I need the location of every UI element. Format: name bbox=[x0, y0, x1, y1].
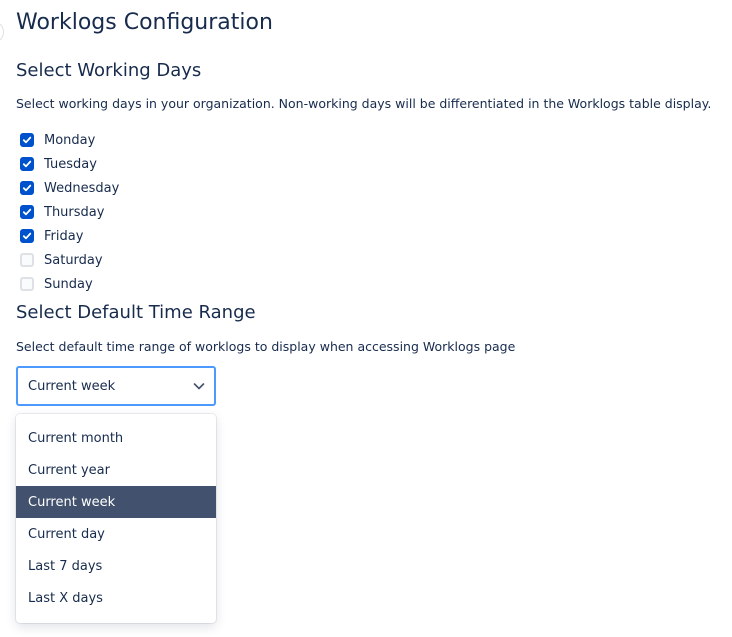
check-icon bbox=[22, 232, 32, 240]
chevron-down-icon[interactable] bbox=[192, 379, 206, 393]
day-option-thursday[interactable]: Thursday bbox=[20, 200, 220, 224]
time-range-option[interactable]: Current week bbox=[16, 486, 216, 518]
day-label: Wednesday bbox=[44, 180, 120, 196]
day-option-saturday[interactable]: Saturday bbox=[20, 248, 220, 272]
time-range-select[interactable]: Current week bbox=[16, 366, 216, 406]
page-title: Worklogs Configuration bbox=[16, 10, 273, 35]
time-range-option[interactable]: Last 7 days bbox=[16, 550, 216, 582]
day-checkbox[interactable] bbox=[20, 157, 34, 171]
check-icon bbox=[22, 208, 32, 216]
day-checkbox[interactable] bbox=[20, 253, 34, 267]
working-days-list: Monday Tuesday Wednesday Thursday Friday… bbox=[20, 128, 220, 296]
day-label: Saturday bbox=[44, 252, 103, 268]
day-checkbox[interactable] bbox=[20, 277, 34, 291]
day-label: Tuesday bbox=[44, 156, 97, 172]
day-label: Friday bbox=[44, 228, 84, 244]
check-icon bbox=[22, 160, 32, 168]
day-option-sunday[interactable]: Sunday bbox=[20, 272, 220, 296]
time-range-option[interactable]: Last X days bbox=[16, 582, 216, 614]
day-label: Thursday bbox=[44, 204, 105, 220]
time-range-selected-value: Current week bbox=[28, 378, 116, 394]
day-checkbox[interactable] bbox=[20, 181, 34, 195]
time-range-option[interactable]: Current month bbox=[16, 422, 216, 454]
day-option-tuesday[interactable]: Tuesday bbox=[20, 152, 220, 176]
day-option-monday[interactable]: Monday bbox=[20, 128, 220, 152]
time-range-option[interactable]: Current day bbox=[16, 518, 216, 550]
day-option-friday[interactable]: Friday bbox=[20, 224, 220, 248]
day-checkbox[interactable] bbox=[20, 229, 34, 243]
time-range-option[interactable]: Current year bbox=[16, 454, 216, 486]
time-range-heading: Select Default Time Range bbox=[16, 302, 256, 323]
day-label: Monday bbox=[44, 132, 96, 148]
day-label: Sunday bbox=[44, 276, 93, 292]
time-range-menu: Current month Current year Current week … bbox=[16, 414, 216, 623]
check-icon bbox=[22, 136, 32, 144]
time-range-description: Select default time range of worklogs to… bbox=[16, 339, 516, 354]
day-option-wednesday[interactable]: Wednesday bbox=[20, 176, 220, 200]
worklogs-configuration-page: Worklogs Configuration Select Working Da… bbox=[0, 0, 732, 637]
working-days-description: Select working days in your organization… bbox=[16, 96, 712, 111]
collapse-handle[interactable] bbox=[0, 22, 4, 42]
working-days-heading: Select Working Days bbox=[16, 60, 202, 81]
check-icon bbox=[22, 184, 32, 192]
day-checkbox[interactable] bbox=[20, 133, 34, 147]
day-checkbox[interactable] bbox=[20, 205, 34, 219]
